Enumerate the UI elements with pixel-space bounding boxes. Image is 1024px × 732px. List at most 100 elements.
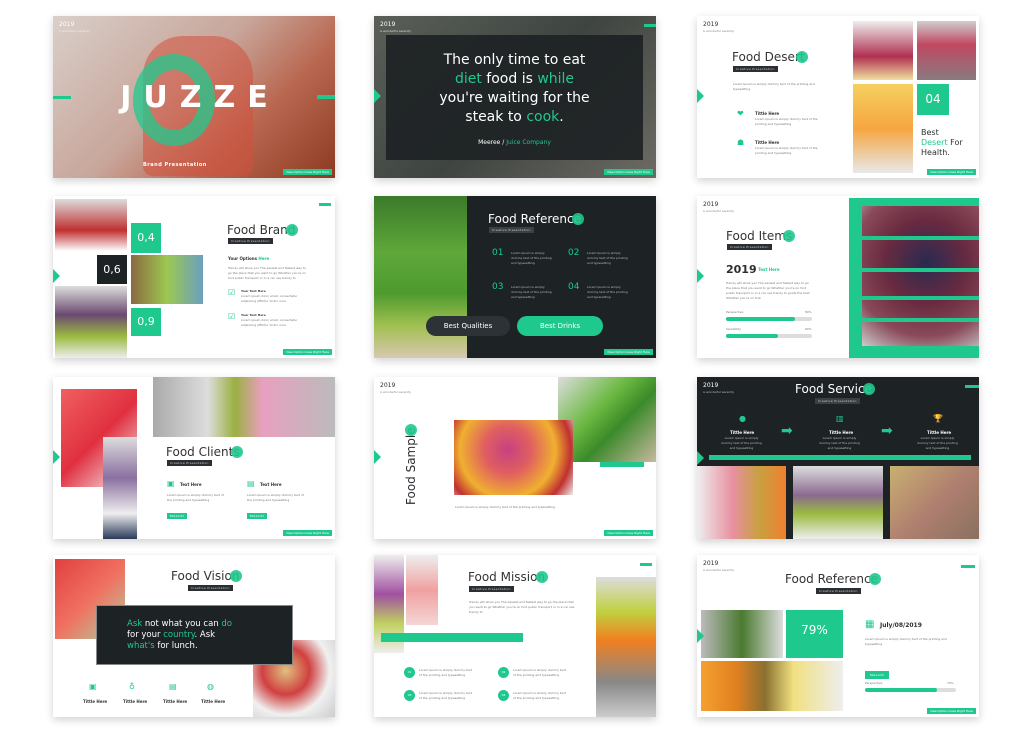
icon-label: Tittle Here	[163, 699, 188, 704]
checkbox-icon: ☑	[228, 312, 236, 321]
item-number: 03	[492, 282, 504, 292]
kitchen-photo	[701, 610, 783, 658]
item-text: Lorem Ipsum is simply dummy text of the …	[511, 285, 552, 299]
year: 2019	[380, 382, 396, 389]
slide-food-sample[interactable]: 2019 A wonderful serenity Food Sample Lor…	[374, 377, 656, 539]
slide-title: Food Clients	[166, 445, 243, 459]
user-icon: ●	[739, 414, 746, 423]
progress-fill	[726, 334, 778, 338]
slide-quote[interactable]: 2019 A wonderful serenity The only time t…	[374, 16, 656, 178]
year: 2019	[703, 560, 719, 567]
kiwi-smoothie-photo	[131, 255, 203, 304]
slide-food-reference-light[interactable]: 2019 A wonderful serenity Food Reference …	[697, 555, 979, 717]
body-text: Lorem Ipsum is simply dummy text of the …	[865, 637, 947, 646]
fruit-bowl-photo	[454, 420, 573, 495]
options-label: Your Options Here	[228, 256, 270, 261]
slide-title: Food Service	[795, 382, 875, 396]
item-text: Lorem Ipsum is simply dummy text of the …	[247, 493, 304, 502]
slide-food-brand[interactable]: 0,4 0,6 0,9 Food Brand Creative Presenta…	[53, 196, 335, 358]
footer: Description Goes Right Here	[283, 169, 332, 175]
subtitle-tag: Creative Presentation	[489, 227, 534, 233]
more-info-button[interactable]: More Info	[167, 513, 188, 519]
dessert-cups-photo	[890, 466, 979, 539]
slide-food-desert[interactable]: 2019 A wonderful serenity Food Desert Cre…	[697, 16, 979, 178]
berry-jar-photo	[853, 21, 913, 80]
slide-food-clients[interactable]: Food Clients Creative Presentation ▣ Tex…	[53, 377, 335, 539]
parfait-photo	[55, 286, 127, 358]
cover-subtitle: Brand Presentation	[143, 162, 207, 168]
item-text: Lorem Ipsum is simply dummy text of the …	[755, 146, 818, 155]
yogurt-jar-photo	[917, 21, 976, 80]
item-text: Lorem Ipsum is simply dummy text of the …	[587, 285, 628, 299]
slide-food-reference-dark[interactable]: Food Reference Creative Presentation 01 …	[374, 196, 656, 358]
stat-box: 0,6	[97, 255, 127, 284]
more-info-button[interactable]: More Info	[865, 671, 890, 679]
tagline: A wonderful serenity	[380, 390, 412, 394]
best-qualities-button[interactable]: Best Qualities	[426, 316, 510, 336]
blueberry-shake-photo	[103, 437, 137, 539]
slide-food-mission[interactable]: Food Mission Creative Presentation Trend…	[374, 555, 656, 717]
slide-title: Food Reference	[488, 212, 585, 226]
drinks-photo	[153, 377, 335, 437]
progress-fill	[726, 317, 795, 321]
step-text: Lorem Ipsum is simply dummy text of the …	[917, 436, 958, 450]
slide-juzze-cover[interactable]: 2019 A wonderful serenity JUZZE Brand Pre…	[53, 16, 335, 178]
best-drinks-button[interactable]: Best Drinks	[517, 316, 603, 336]
slide-title: Food Reference	[785, 572, 882, 586]
item-title: Tittle Here	[755, 111, 780, 116]
medal-icon: ♁	[129, 682, 135, 691]
date-heading: July/08/2019	[880, 622, 922, 629]
item-text: Lorem Ipsum is simply dummy text of the …	[513, 668, 566, 677]
tagline: A wonderful serenity	[59, 29, 91, 33]
chat-icon: ▤	[169, 682, 177, 691]
body-text: Trendy will show you The easiest and fas…	[469, 600, 575, 614]
year: 2019	[59, 21, 75, 28]
quote-line: The only time to eat	[443, 52, 586, 68]
pineapple-juice-photo	[701, 661, 843, 711]
pink-drink-photo	[406, 555, 438, 625]
footer: Description Goes Right Here	[283, 349, 332, 355]
option-item: Your Text Here Lorem ipsum dolor amet, co…	[241, 289, 298, 303]
number-badge: 02	[498, 667, 509, 678]
accent-line	[644, 24, 656, 27]
more-info-button[interactable]: More Info	[247, 513, 268, 519]
tagline-block: Best Desert For Health.	[921, 128, 963, 157]
number-box: 04	[917, 84, 949, 115]
shopping-bag-icon: ▣	[167, 479, 175, 488]
subtitle-tag: Creative Presentation	[727, 244, 772, 250]
subtitle-tag: Creative Presentation	[816, 588, 861, 594]
item-text: Lorem Ipsum is simply dummy text of the …	[587, 251, 628, 265]
bar-label: Perspective	[865, 681, 883, 685]
slide-title: Food Mission	[468, 570, 549, 584]
kiwi-parfait-photo	[793, 466, 883, 539]
pink-smoothie-photo	[697, 466, 786, 539]
progress-bar	[865, 688, 956, 692]
percent-box: 79%	[786, 610, 843, 658]
subtitle-tag: Creative Presentation	[469, 586, 514, 592]
body-text: Trendy will show you The easiest and fas…	[228, 266, 306, 280]
step-title: Tittle Here	[829, 430, 854, 435]
slide-food-vision[interactable]: Food Vision Creative Presentation Ask no…	[53, 555, 335, 717]
stat-box: 0,4	[131, 223, 161, 253]
globe-icon: ◍	[207, 682, 214, 691]
bar-value: 80%	[805, 310, 812, 314]
percent-value: 79%	[801, 623, 828, 637]
tagline: A wonderful serenity	[703, 209, 735, 213]
quote-box: The only time to eat diet food is while …	[386, 35, 643, 160]
tagline: A wonderful serenity	[703, 29, 735, 33]
strawberry-photo	[55, 199, 127, 251]
chart-icon: ▥	[836, 414, 844, 423]
carrot-drink-photo	[596, 577, 656, 717]
tagline: A wonderful serenity	[703, 390, 735, 394]
icon-label: Tittle Here	[83, 699, 108, 704]
subtitle-tag: Creative Presentation	[815, 398, 860, 404]
text-here: Text Here	[758, 267, 780, 272]
footer: Description Goes Right Here	[927, 708, 976, 714]
body-text: Lorem Ipsum is simply dummy text of the …	[455, 505, 555, 509]
footer: Description Goes Right Here	[604, 169, 653, 175]
quote-line: you're waiting for the	[439, 90, 590, 106]
people-icon: ☗	[737, 138, 745, 147]
slide-title: Food Items	[726, 229, 796, 243]
slide-food-items[interactable]: 2019 A wonderful serenity Food Items Crea…	[697, 196, 979, 358]
slide-food-service[interactable]: 2019 A wonderful serenity Food Service Cr…	[697, 377, 979, 539]
